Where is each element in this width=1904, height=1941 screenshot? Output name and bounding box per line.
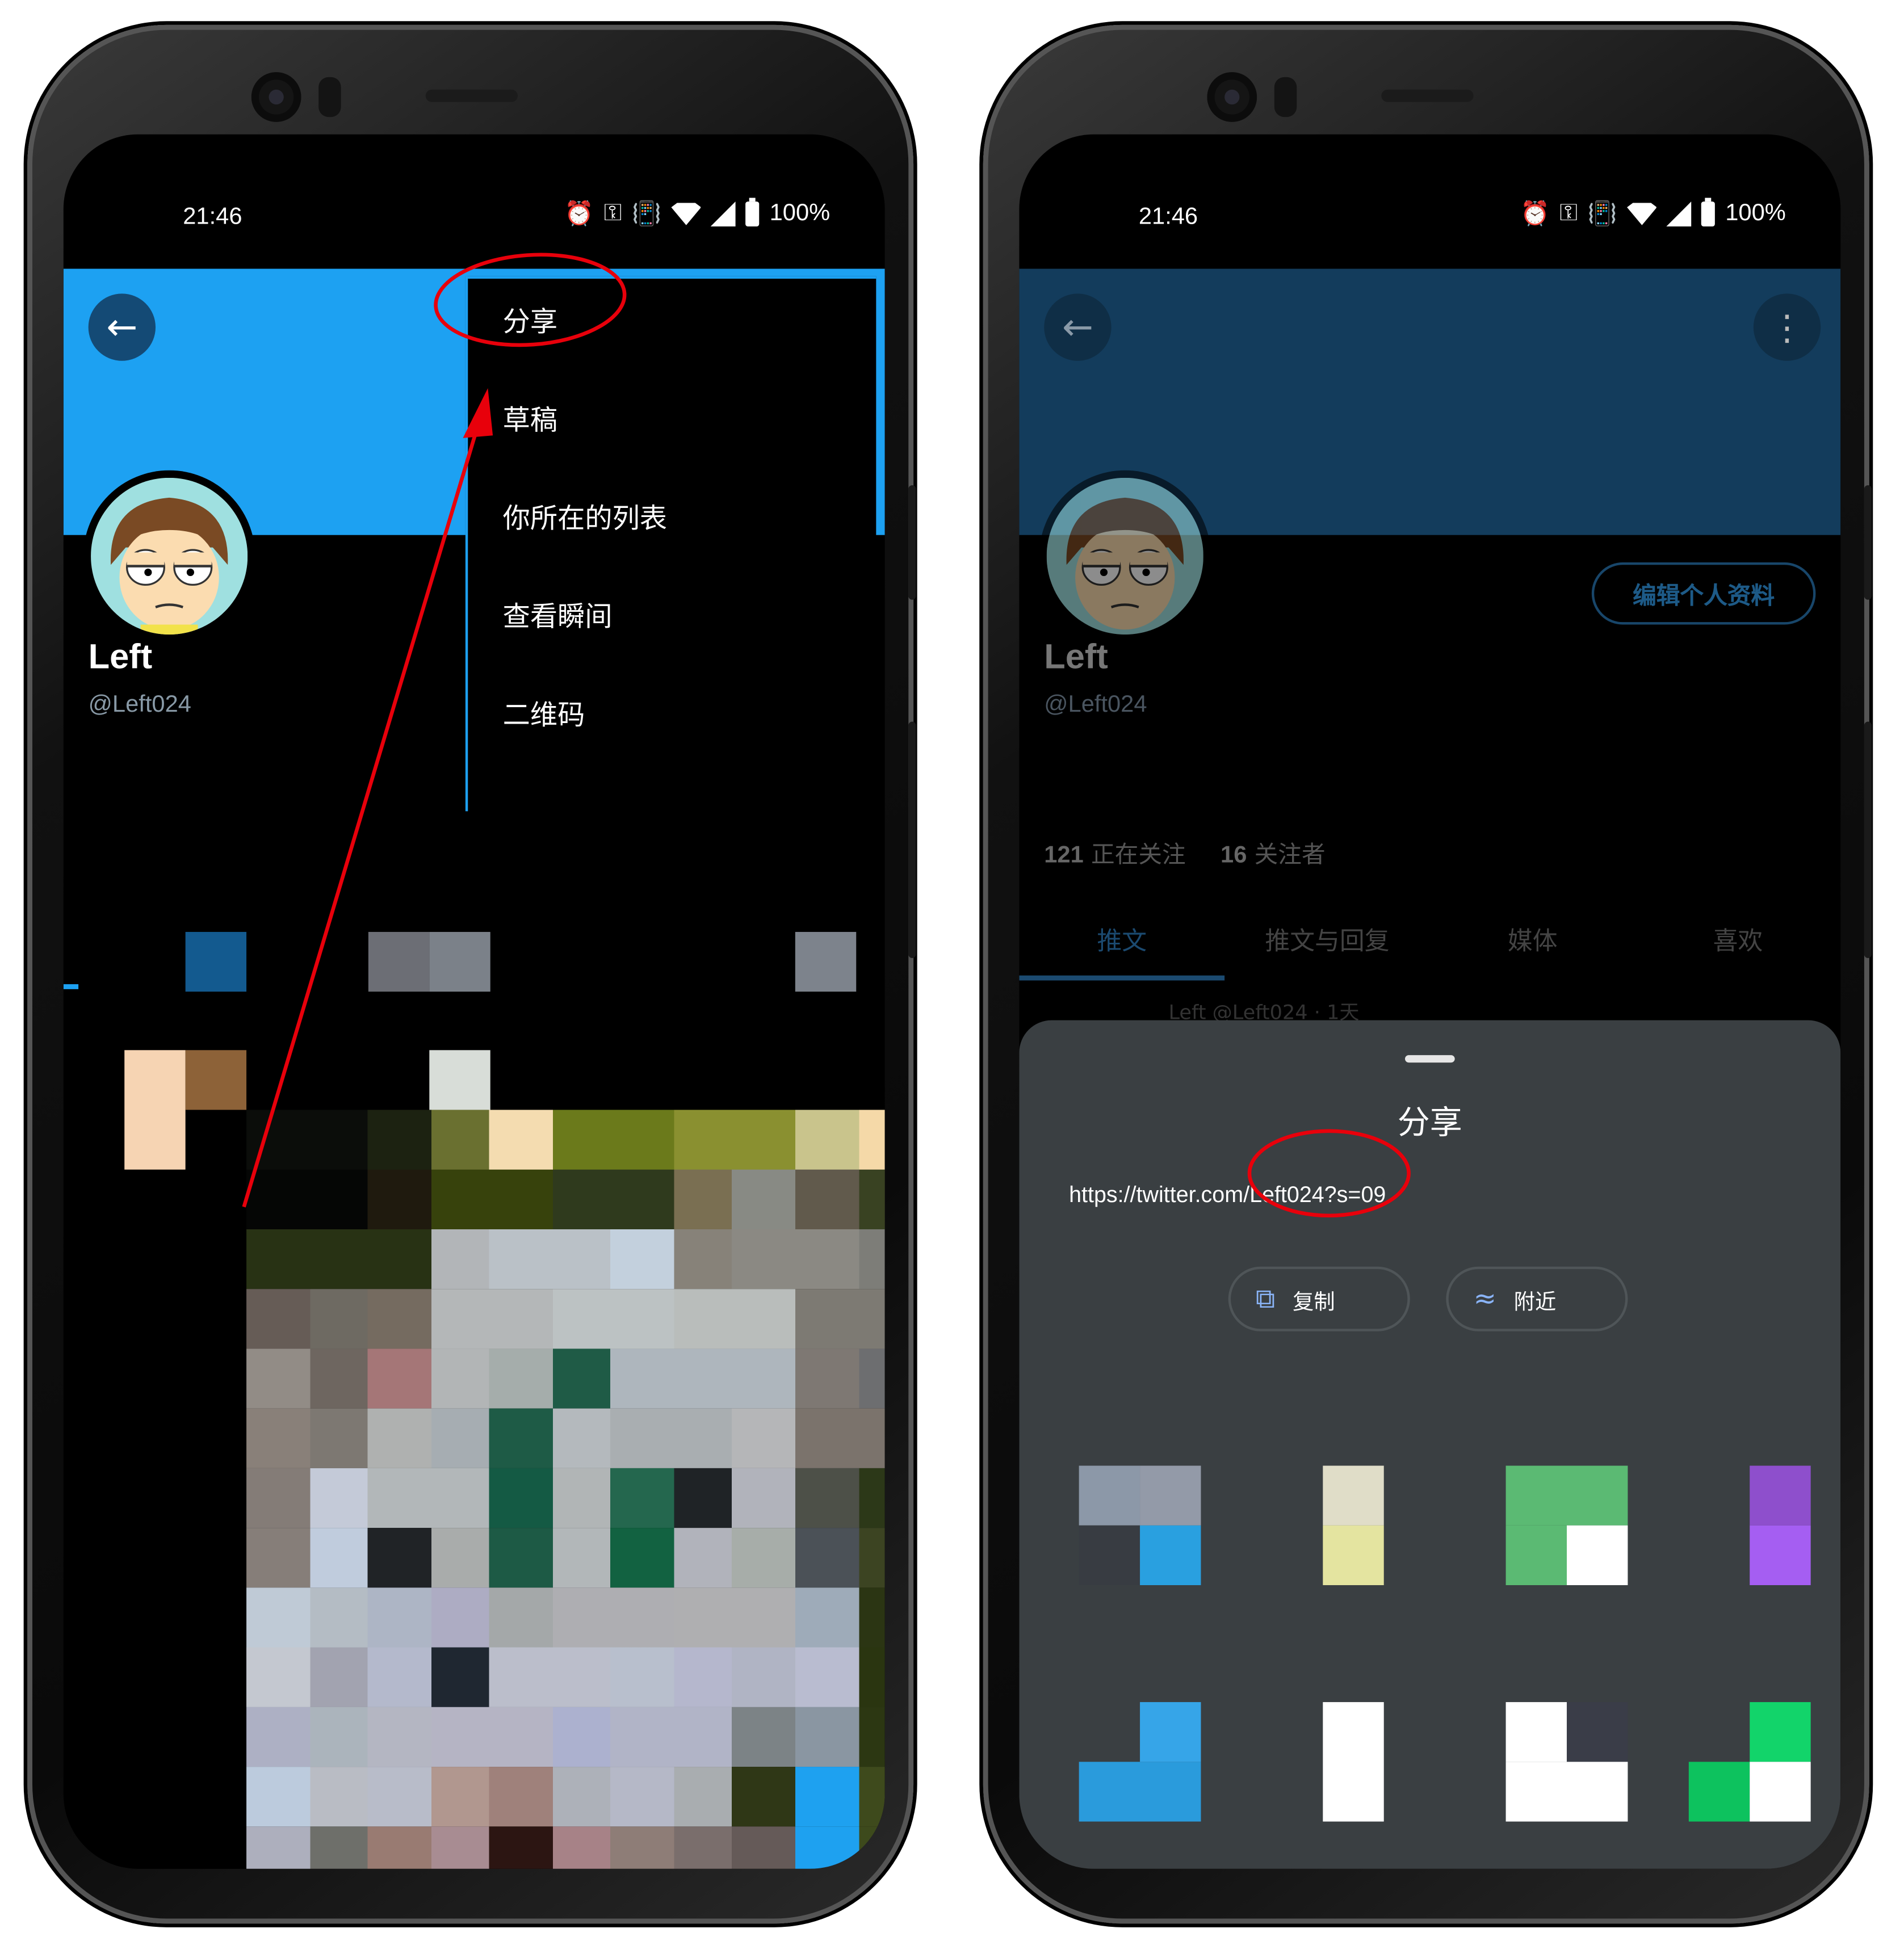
left-phone: 21:46 ⏰ ⚿ 📳 100% ← Left @Left024 分享 草稿 你… (27, 24, 916, 1924)
nearby-button[interactable]: ≈ 附近 (1446, 1266, 1628, 1331)
tab-tweets[interactable]: 推文 (1019, 906, 1225, 981)
user-handle: @Left024 (1044, 691, 1147, 718)
menu-item-drafts[interactable]: 草稿 (503, 397, 557, 447)
copy-icon: ⧉ (1255, 1283, 1276, 1315)
share-target-3[interactable] (1505, 1465, 1628, 1585)
follow-counts: 121 正在关注 16 关注者 (1044, 836, 1325, 869)
front-camera (251, 72, 301, 122)
wifi-icon (1627, 203, 1657, 225)
right-phone: 21:46 ⏰ ⚿ 📳 100% ← ⋮ 编辑个人资料 Left @Left02… (983, 24, 1872, 1924)
power-button (1864, 721, 1872, 959)
status-bar: 21:46 ⏰ ⚿ 📳 100% (64, 135, 885, 269)
vibrate-icon: 📳 (1587, 201, 1617, 228)
display-name: Left (1044, 637, 1108, 676)
signal-icon (711, 201, 736, 226)
profile-tabs: 推文 推文与回复 媒体 喜欢 (1019, 906, 1840, 981)
battery-percent: 100% (769, 200, 831, 226)
more-vertical-icon[interactable]: ⋮ (1753, 293, 1821, 361)
menu-item-lists[interactable]: 你所在的列表 (503, 495, 667, 545)
sheet-drag-handle[interactable] (1404, 1055, 1455, 1063)
earpiece-speaker (1381, 89, 1474, 102)
sheet-title: 分享 (1397, 1104, 1462, 1142)
avatar[interactable] (1039, 470, 1211, 642)
share-sheet: 分享 https://twitter.com/Left024?s=09 ⧉ 复制… (1019, 1020, 1841, 1869)
edit-profile-button[interactable]: 编辑个人资料 (1591, 562, 1816, 625)
share-target-1[interactable] (1079, 1465, 1201, 1585)
sensor (1274, 77, 1297, 117)
right-screen: 21:46 ⏰ ⚿ 📳 100% ← ⋮ 编辑个人资料 Left @Left02… (1019, 134, 1841, 1869)
following-count[interactable]: 121 正在关注 (1044, 836, 1185, 869)
key-icon: ⚿ (1559, 200, 1578, 226)
left-screen: 21:46 ⏰ ⚿ 📳 100% ← Left @Left024 分享 草稿 你… (63, 134, 885, 1869)
display-name: Left (88, 637, 153, 676)
status-time: 21:46 (183, 204, 242, 230)
menu-item-share[interactable]: 分享 (503, 299, 557, 348)
nearby-label: 附近 (1513, 1289, 1557, 1315)
overflow-menu: 分享 草稿 你所在的列表 查看瞬间 二维码 (465, 276, 876, 812)
avatar[interactable] (83, 470, 255, 642)
status-icons: ⏰ ⚿ 📳 100% (564, 198, 831, 229)
tab-likes[interactable]: 喜欢 (1635, 906, 1841, 981)
battery-icon (745, 198, 760, 226)
copy-label: 复制 (1293, 1289, 1335, 1315)
signal-icon (1667, 201, 1692, 226)
share-url: https://twitter.com/Left024?s=09 (1069, 1182, 1386, 1207)
status-icons: ⏰ ⚿ 📳 100% (1520, 198, 1786, 229)
share-target-5[interactable] (1079, 1702, 1201, 1822)
alarm-icon: ⏰ (1520, 201, 1550, 228)
copy-button[interactable]: ⧉ 复制 (1228, 1266, 1410, 1331)
battery-icon (1701, 198, 1716, 226)
share-target-8[interactable] (1688, 1702, 1811, 1822)
key-icon: ⚿ (603, 200, 622, 226)
earpiece-speaker (425, 89, 518, 102)
status-bar: 21:46 ⏰ ⚿ 📳 100% (1019, 135, 1840, 269)
battery-percent: 100% (1725, 200, 1786, 226)
sensor (318, 77, 341, 117)
arrow-left-icon[interactable]: ← (1044, 293, 1112, 361)
volume-button (908, 485, 916, 600)
tab-media[interactable]: 媒体 (1430, 906, 1635, 981)
power-button (908, 721, 916, 959)
vibrate-icon: 📳 (632, 201, 661, 228)
arrow-left-icon[interactable]: ← (88, 293, 156, 361)
menu-item-qr-code[interactable]: 二维码 (503, 692, 585, 742)
wifi-icon (671, 203, 702, 225)
tab-tweets-replies[interactable]: 推文与回复 (1224, 906, 1430, 981)
nearby-icon: ≈ (1473, 1283, 1496, 1315)
stage: 21:46 ⏰ ⚿ 📳 100% ← Left @Left024 分享 草稿 你… (0, 0, 1904, 1941)
followers-count[interactable]: 16 关注者 (1221, 836, 1326, 869)
share-target-7[interactable] (1505, 1702, 1628, 1822)
avatar-image (1046, 477, 1203, 635)
front-camera (1207, 72, 1257, 122)
status-time: 21:46 (1138, 204, 1198, 230)
share-target-4[interactable] (1750, 1465, 1811, 1585)
user-handle: @Left024 (88, 691, 191, 718)
volume-button (1864, 485, 1872, 600)
share-target-6[interactable] (1323, 1702, 1384, 1822)
menu-item-moments[interactable]: 查看瞬间 (503, 594, 613, 644)
alarm-icon: ⏰ (564, 201, 594, 228)
tab-indicator-fragment (63, 984, 79, 989)
avatar-image (91, 477, 248, 635)
share-target-2[interactable] (1323, 1465, 1384, 1585)
